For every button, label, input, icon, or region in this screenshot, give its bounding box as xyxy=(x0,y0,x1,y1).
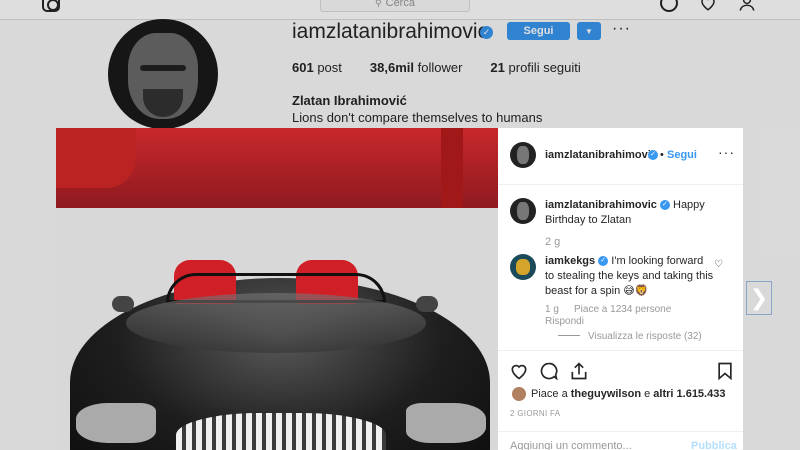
caption-time[interactable]: 2 g xyxy=(545,236,560,248)
publish-button[interactable]: Pubblica xyxy=(691,440,737,450)
liked-by-others[interactable]: altri 1.615.433 xyxy=(653,388,725,400)
post-more-button[interactable]: ··· xyxy=(718,144,735,160)
liker-avatar[interactable] xyxy=(512,387,526,401)
post-date[interactable]: 2 GIORNI FA xyxy=(510,409,560,418)
view-replies-button[interactable]: Visualizza le risposte (32) xyxy=(588,331,702,342)
comment: iamkekgs ✓ I'm looking forward to steali… xyxy=(545,254,715,299)
post-author-username[interactable]: iamzlatanibrahimovic xyxy=(545,149,657,161)
reply-button[interactable]: Rispondi xyxy=(545,316,584,327)
verified-badge-icon: ✓ xyxy=(598,256,609,267)
chevron-right-icon[interactable]: ❯ xyxy=(746,281,772,315)
author-avatar[interactable] xyxy=(510,142,536,168)
commenter-avatar[interactable] xyxy=(510,254,536,280)
verified-badge-icon: ✓ xyxy=(648,150,658,160)
comment-likes[interactable]: Piace a 1234 persone xyxy=(574,304,671,315)
caption-username[interactable]: iamzlatanibrahimovic xyxy=(545,199,657,211)
post-photo[interactable] xyxy=(56,128,498,450)
separator-dot: • xyxy=(660,149,664,161)
add-comment-bar: Aggiungi un commento... Pubblica xyxy=(498,431,743,450)
share-icon[interactable] xyxy=(568,361,590,381)
like-heart-icon[interactable] xyxy=(508,361,530,381)
post-header: iamzlatanibrahimovic ✓ • Segui ··· xyxy=(498,128,743,185)
comment-bubble-icon[interactable] xyxy=(538,361,560,381)
bookmark-icon[interactable] xyxy=(714,361,736,381)
liked-by: Piace a theguywilson e altri 1.615.433 xyxy=(531,388,726,400)
comment-input[interactable]: Aggiungi un commento... xyxy=(510,440,632,450)
caption-avatar[interactable] xyxy=(510,198,536,224)
verified-badge-icon: ✓ xyxy=(659,200,670,211)
post-side-panel: iamzlatanibrahimovic ✓ • Segui ··· iamzl… xyxy=(498,128,743,450)
comment-like-heart-icon[interactable]: ♡ xyxy=(714,259,723,270)
liked-by-user[interactable]: theguywilson xyxy=(571,388,641,400)
comment-username[interactable]: iamkekgs xyxy=(545,255,595,267)
comment-time[interactable]: 1 g xyxy=(545,304,559,315)
post-caption: iamzlatanibrahimovic ✓ Happy Birthday to… xyxy=(545,198,725,228)
post-actions: Piace a theguywilson e altri 1.615.433 2… xyxy=(498,350,743,450)
post-follow-link[interactable]: Segui xyxy=(667,149,697,161)
